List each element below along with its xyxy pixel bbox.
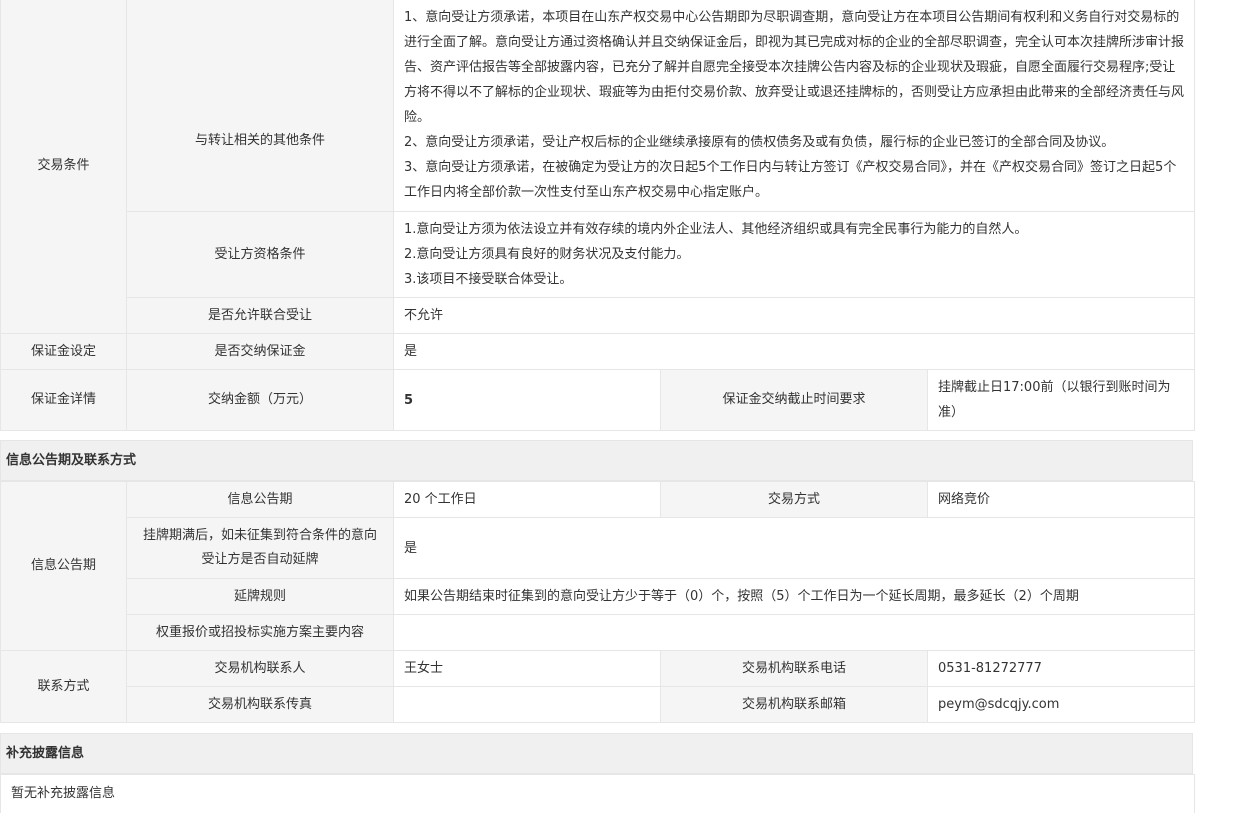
qualification-item: 1.意向受让方须为依法设立并有效存续的境内外企业法人、其他经济组织或具有完全民事… xyxy=(404,222,1028,237)
qualification-label: 受让方资格条件 xyxy=(126,211,394,298)
deposit-pay-value: 是 xyxy=(393,333,1195,370)
announcement-period-label: 信息公告期 xyxy=(126,481,394,518)
deposit-setting-label: 保证金设定 xyxy=(0,333,127,370)
auto-extend-label: 挂牌期满后，如未征集到符合条件的意向受让方是否自动延牌 xyxy=(126,517,394,579)
other-conditions-label: 与转让相关的其他条件 xyxy=(126,0,394,212)
trade-conditions-label: 交易条件 xyxy=(0,0,127,334)
contact-fax-label: 交易机构联系传真 xyxy=(126,686,394,723)
deposit-amount-value: 5 xyxy=(393,369,661,431)
joint-transfer-value: 不允许 xyxy=(393,297,1195,334)
contact-group: 联系方式 xyxy=(0,650,127,723)
contact-person-value: 王女士 xyxy=(393,650,661,687)
other-condition-item: 1、意向受让方须承诺，本项目在山东产权交易中心公告期即为尽职调查期，意向受让方在… xyxy=(404,10,1185,125)
other-condition-item: 2、意向受让方须承诺，受让产权后标的企业继续承接原有的债权债务及或有负债，履行标… xyxy=(404,135,1115,150)
deposit-deadline-value: 挂牌截止日17:00前（以银行到账时间为准） xyxy=(927,369,1195,431)
trade-method-label: 交易方式 xyxy=(660,481,928,518)
qualification-item: 3.该项目不接受联合体受让。 xyxy=(404,272,573,287)
deposit-deadline-label: 保证金交纳截止时间要求 xyxy=(660,369,928,431)
contact-person-label: 交易机构联系人 xyxy=(126,650,394,687)
supplement-section-title: 补充披露信息 xyxy=(0,733,1193,774)
other-condition-item: 3、意向受让方须承诺，在被确定为受让方的次日起5个工作日内与转让方签订《产权交易… xyxy=(404,160,1177,200)
extend-rule-label: 延牌规则 xyxy=(126,578,394,615)
announcement-section-title: 信息公告期及联系方式 xyxy=(0,440,1193,481)
trade-conditions-table: 交易条件 与转让相关的其他条件 1、意向受让方须承诺，本项目在山东产权交易中心公… xyxy=(0,0,1195,431)
contact-phone-label: 交易机构联系电话 xyxy=(660,650,928,687)
extend-rule-value: 如果公告期结束时征集到的意向受让方少于等于（0）个，按照（5）个工作日为一个延长… xyxy=(393,578,1195,615)
joint-transfer-label: 是否允许联合受让 xyxy=(126,297,394,334)
other-conditions-value: 1、意向受让方须承诺，本项目在山东产权交易中心公告期即为尽职调查期，意向受让方在… xyxy=(393,0,1195,212)
contact-fax-value xyxy=(393,686,661,723)
qualification-value: 1.意向受让方须为依法设立并有效存续的境内外企业法人、其他经济组织或具有完全民事… xyxy=(393,211,1195,298)
qualification-item: 2.意向受让方须具有良好的财务状况及支付能力。 xyxy=(404,247,690,262)
announcement-period-value: 20 个工作日 xyxy=(393,481,661,518)
contact-email-value: peym@sdcqjy.com xyxy=(927,686,1195,723)
weight-plan-value xyxy=(393,614,1195,651)
announcement-period-group: 信息公告期 xyxy=(0,481,127,651)
supplement-table: 暂无补充披露信息 xyxy=(0,774,1195,813)
contact-phone-value: 0531-81272777 xyxy=(927,650,1195,687)
deposit-pay-label: 是否交纳保证金 xyxy=(126,333,394,370)
trade-method-value: 网络竞价 xyxy=(927,481,1195,518)
weight-plan-label: 权重报价或招投标实施方案主要内容 xyxy=(126,614,394,651)
deposit-amount-label: 交纳金额（万元） xyxy=(126,369,394,431)
deposit-detail-label: 保证金详情 xyxy=(0,369,127,431)
contact-email-label: 交易机构联系邮箱 xyxy=(660,686,928,723)
auto-extend-value: 是 xyxy=(393,517,1195,579)
announcement-table: 信息公告期 信息公告期 20 个工作日 交易方式 网络竞价 挂牌期满后，如未征集… xyxy=(0,481,1195,723)
supplement-empty-text: 暂无补充披露信息 xyxy=(0,774,1195,813)
